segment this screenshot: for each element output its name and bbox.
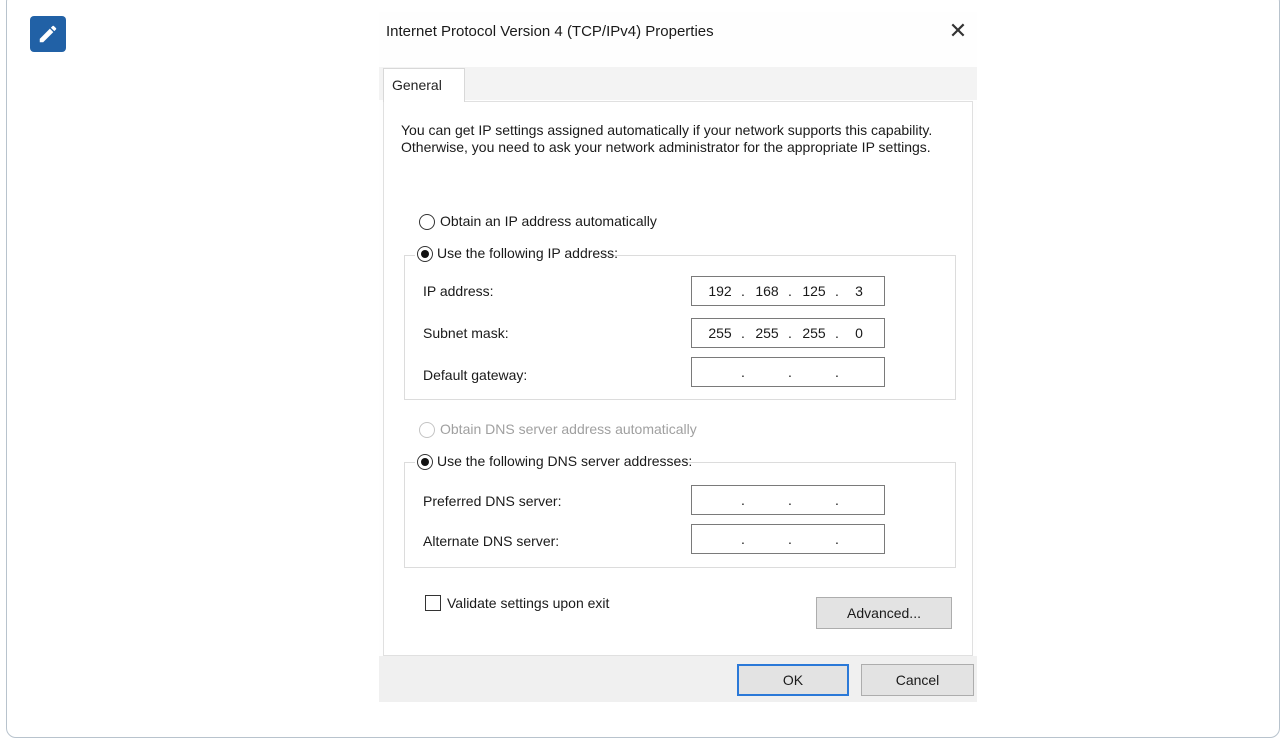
- tab-strip: [379, 67, 977, 100]
- ip-address-label: IP address:: [423, 283, 494, 299]
- ip-dot: .: [788, 283, 792, 299]
- subnet-mask-field[interactable]: 255 . 255 . 255 . 0: [691, 318, 885, 348]
- validate-checkbox[interactable]: [425, 595, 441, 611]
- ip-auto-label[interactable]: Obtain an IP address automatically: [440, 213, 657, 229]
- dns-auto-label: Obtain DNS server address automatically: [440, 421, 697, 437]
- preferred-dns-dot: .: [788, 492, 792, 508]
- advanced-button[interactable]: Advanced...: [816, 597, 952, 629]
- ip-auto-radio[interactable]: [419, 214, 435, 230]
- gateway-dot: .: [835, 364, 839, 380]
- default-gateway-label: Default gateway:: [423, 367, 528, 383]
- gateway-dot: .: [741, 364, 745, 380]
- mask-octet-1: 255: [708, 325, 732, 341]
- default-gateway-field[interactable]: . . .: [691, 357, 885, 387]
- tab-general[interactable]: General: [383, 68, 465, 102]
- subnet-mask-label: Subnet mask:: [423, 325, 509, 341]
- ip-dot: .: [835, 283, 839, 299]
- close-button[interactable]: ✕: [947, 20, 969, 42]
- ip-manual-label[interactable]: Use the following IP address:: [437, 245, 618, 261]
- mask-dot: .: [835, 325, 839, 341]
- tcpip-properties-dialog: Internet Protocol Version 4 (TCP/IPv4) P…: [379, 12, 977, 702]
- alternate-dns-field[interactable]: . . .: [691, 524, 885, 554]
- validate-label[interactable]: Validate settings upon exit: [447, 595, 609, 611]
- alternate-dns-dot: .: [788, 531, 792, 547]
- ip-octet-4: 3: [855, 283, 863, 299]
- preferred-dns-label: Preferred DNS server:: [423, 493, 562, 509]
- preferred-dns-dot: .: [835, 492, 839, 508]
- ip-address-field[interactable]: 192 . 168 . 125 . 3: [691, 276, 885, 306]
- cancel-button[interactable]: Cancel: [861, 664, 974, 696]
- ip-dot: .: [741, 283, 745, 299]
- alternate-dns-dot: .: [835, 531, 839, 547]
- ip-octet-2: 168: [755, 283, 779, 299]
- dialog-title: Internet Protocol Version 4 (TCP/IPv4) P…: [386, 23, 714, 40]
- ip-octet-3: 125: [802, 283, 826, 299]
- dns-manual-label[interactable]: Use the following DNS server addresses:: [437, 453, 692, 469]
- mask-octet-3: 255: [802, 325, 826, 341]
- dns-auto-radio[interactable]: [419, 422, 435, 438]
- pencil-icon: [30, 16, 66, 52]
- ok-button[interactable]: OK: [737, 664, 849, 696]
- dns-manual-legend: Use the following DNS server addresses:: [415, 452, 692, 474]
- mask-octet-4: 0: [855, 325, 863, 341]
- preferred-dns-dot: .: [741, 492, 745, 508]
- alternate-dns-label: Alternate DNS server:: [423, 533, 560, 549]
- gateway-dot: .: [788, 364, 792, 380]
- dns-manual-radio[interactable]: [417, 454, 433, 470]
- intro-text: You can get IP settings assigned automat…: [401, 122, 933, 155]
- mask-dot: .: [741, 325, 745, 341]
- preferred-dns-field[interactable]: . . .: [691, 485, 885, 515]
- mask-octet-2: 255: [755, 325, 779, 341]
- ip-manual-radio[interactable]: [417, 246, 433, 262]
- alternate-dns-dot: .: [741, 531, 745, 547]
- ip-manual-legend: Use the following IP address:: [415, 244, 618, 266]
- ip-octet-1: 192: [708, 283, 732, 299]
- mask-dot: .: [788, 325, 792, 341]
